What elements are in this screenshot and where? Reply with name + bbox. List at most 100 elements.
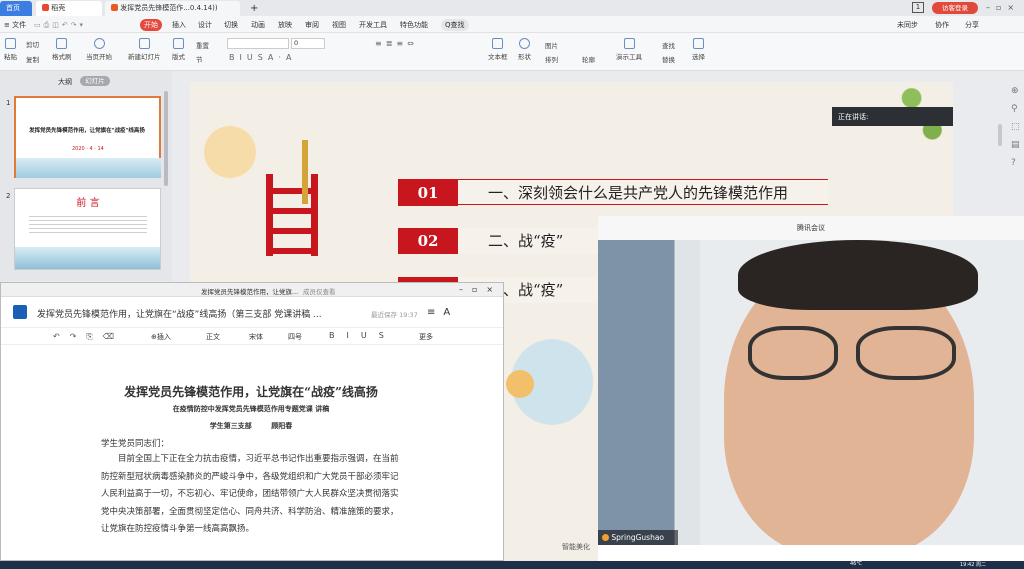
shape-button[interactable]: 形状: [518, 38, 531, 61]
section-label: 节: [196, 56, 203, 64]
play-from-current-button[interactable]: 当页开始: [86, 38, 112, 61]
layout-button[interactable]: 版式: [172, 38, 185, 61]
document-window: 发挥党员先锋模范作用，让党旗... 成员仅查看 –▫× 发挥党员先锋模范作用，让…: [0, 282, 504, 561]
quick-access-icons[interactable]: ▭⎙◫↶↷▾: [34, 19, 86, 31]
font-name-field[interactable]: [227, 38, 289, 49]
find-button[interactable]: 查找: [662, 40, 675, 50]
right-side-tools[interactable]: ⊕ ⚲ ⬚ ▤?: [1011, 82, 1021, 172]
tab-slides[interactable]: 幻灯片: [80, 76, 110, 86]
taskbar-clock: 19:42 周二: [960, 562, 986, 568]
doc-page[interactable]: 发挥党员先锋模范作用，让党旗在“战疫”线高扬 在疫情防控中发挥党员先锋模范作用专…: [39, 353, 463, 561]
slide-thumbnail-panel: 大纲 幻灯片 1 发挥党员先锋模范作用，让党旗在"战疫"线高扬 2020 · 4…: [0, 71, 172, 281]
window-controls[interactable]: –▫×: [986, 3, 1020, 12]
torch-decoration: [302, 140, 308, 204]
section-button[interactable]: 节: [196, 54, 203, 64]
doc-format-buttons[interactable]: BIUS: [329, 331, 396, 340]
play-icon: [93, 38, 105, 49]
ladder-decoration: [266, 174, 318, 256]
menu-transition[interactable]: 切换: [224, 19, 238, 31]
menu-dev-tools[interactable]: 开发工具: [359, 19, 387, 31]
thumb-scrollbar[interactable]: [164, 91, 168, 186]
window-count-badge[interactable]: 1: [912, 2, 924, 13]
doc-window-controls[interactable]: –▫×: [459, 285, 502, 294]
doc-style-select[interactable]: 正文: [206, 332, 220, 342]
outline-button[interactable]: 轮廓: [582, 54, 595, 64]
copy-label: 复制: [26, 56, 39, 64]
slide-number-2: 2: [6, 192, 11, 200]
slide-thumbnail-1[interactable]: 发挥党员先锋模范作用，让党旗在"战疫"线高扬 2020 · 4 · 14: [14, 96, 161, 178]
doc-body: 目前全国上下正在全力抗击疫情，习近平总书记作出重要指示强调，在当前防控新型冠状病…: [101, 454, 399, 534]
cloud-decoration: [506, 370, 534, 398]
tab-outline[interactable]: 大纲: [58, 77, 72, 87]
new-tab-button[interactable]: +: [244, 1, 260, 16]
smart-beautify-button[interactable]: 智能美化: [562, 542, 590, 552]
menu-animation[interactable]: 动画: [251, 19, 265, 31]
agenda-number-1: 01: [398, 180, 458, 206]
textbox-icon: [492, 38, 504, 49]
doc-font-select[interactable]: 宋体: [249, 332, 263, 342]
tab-document[interactable]: 发挥党员先锋模范作...0.4.14)): [105, 1, 240, 16]
paragraph-buttons[interactable]: ≡≣≡⇔: [375, 39, 418, 48]
new-slide-label: 新建幻灯片: [128, 53, 161, 61]
doc-title[interactable]: 发挥党员先锋模范作用，让党旗在“战疫”线高扬（第三支部 党课讲稿 ...: [37, 307, 353, 320]
taskbar: 46℃ 19:42 周二: [0, 561, 1024, 569]
paste-label: 粘贴: [4, 53, 17, 61]
doc-author: 学生第三支部 顾阳春: [209, 421, 293, 430]
menu-design[interactable]: 设计: [198, 19, 212, 31]
menu-special[interactable]: 特色功能: [400, 19, 428, 31]
slide-scrollbar[interactable]: [998, 124, 1002, 146]
share-button[interactable]: 分享: [965, 19, 979, 31]
format-painter-label: 格式刷: [52, 53, 72, 61]
doc-window-subtitle: 成员仅查看: [303, 288, 336, 296]
font-size-field[interactable]: 0: [291, 38, 325, 49]
new-slide-button[interactable]: 新建幻灯片: [128, 38, 161, 61]
menu-review[interactable]: 审阅: [305, 19, 319, 31]
thumb-1-waves: [16, 158, 161, 178]
cut-button[interactable]: 剪切: [26, 39, 39, 49]
image-label: 图片: [545, 42, 558, 50]
docer-icon: [42, 4, 49, 11]
textbox-button[interactable]: 文本框: [488, 38, 508, 61]
paste-button[interactable]: 粘贴: [4, 38, 17, 61]
reset-button[interactable]: 重置: [196, 40, 209, 50]
menu-search[interactable]: Q查找: [441, 19, 469, 31]
participant-hair: [738, 240, 978, 310]
undo-redo-icons[interactable]: ↶↷⎘⌫: [53, 332, 124, 342]
slide-thumbnail-2[interactable]: 前 言: [14, 188, 161, 270]
thumb-1-date: 2020 · 4 · 14: [72, 146, 104, 152]
format-painter-button[interactable]: 格式刷: [52, 38, 72, 61]
thumb-2-text-lines: [29, 213, 147, 235]
image-button[interactable]: 图片: [545, 40, 558, 50]
copy-button[interactable]: 复制: [26, 54, 39, 64]
select-button[interactable]: 选择: [692, 38, 705, 61]
tab-home[interactable]: 首页: [0, 1, 32, 16]
doc-subheading: 在疫情防控中发挥党员先锋模范作用专题党课 讲稿: [172, 404, 330, 413]
doc-insert-button[interactable]: ⊕插入: [151, 332, 171, 342]
menu-view[interactable]: 视图: [332, 19, 346, 31]
agenda-item-1: 01 一、深刻领会什么是共产党人的先锋模范作用: [398, 179, 828, 206]
menu-start[interactable]: 开始: [140, 19, 162, 31]
video-feed[interactable]: SpringGushao: [598, 240, 1024, 545]
find-label: 查找: [662, 42, 675, 50]
doc-more-button[interactable]: 更多: [419, 332, 433, 342]
arrange-button[interactable]: 排列: [545, 54, 558, 64]
shape-label: 形状: [518, 53, 531, 61]
login-button[interactable]: 访客登录: [932, 2, 978, 14]
textbox-label: 文本框: [488, 53, 508, 61]
title-tab-bar: 首页 稻壳 发挥党员先锋模范作...0.4.14)) + 1 访客登录 –▫×: [0, 0, 1024, 16]
sync-status[interactable]: 未同步: [897, 19, 918, 31]
user-icon: [602, 534, 609, 541]
menu-file[interactable]: ≡ 文件: [4, 19, 26, 31]
doc-menu-icons[interactable]: ≡A: [427, 307, 458, 318]
ppt-icon: [111, 4, 118, 11]
doc-size-select[interactable]: 四号: [288, 332, 302, 342]
replace-button[interactable]: 替换: [662, 54, 675, 64]
cut-label: 剪切: [26, 41, 39, 49]
collab-button[interactable]: 协作: [935, 19, 949, 31]
menu-slideshow[interactable]: 放映: [278, 19, 292, 31]
taskbar-temp: 46℃: [850, 561, 862, 567]
tab-docer[interactable]: 稻壳: [36, 1, 102, 16]
menu-insert[interactable]: 插入: [172, 19, 186, 31]
present-tools-button[interactable]: 演示工具: [616, 38, 642, 61]
font-style-buttons[interactable]: BIUSA·A: [229, 53, 296, 62]
